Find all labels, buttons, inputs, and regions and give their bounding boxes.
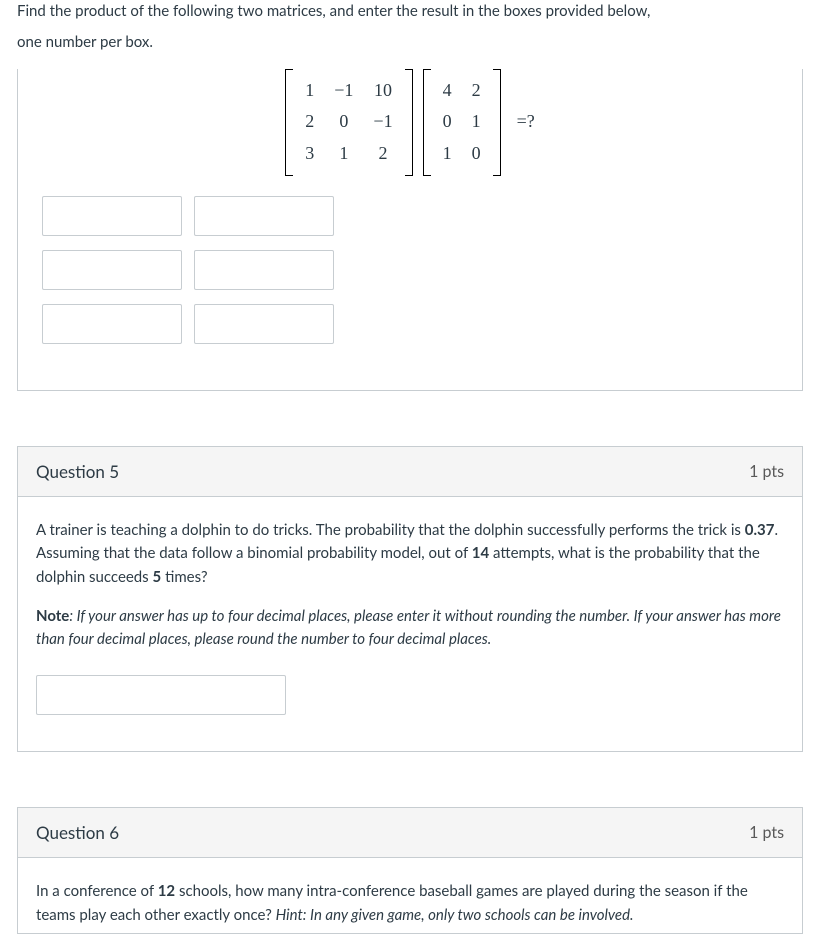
question-5-note: Note: If your answer has up to four deci… xyxy=(36,605,784,652)
question-5-points: 1 pts xyxy=(749,462,784,481)
answer-r3c2[interactable] xyxy=(194,304,334,344)
question-6-header: Question 6 1 pts xyxy=(18,808,802,858)
question-5-text: A trainer is teaching a dolphin to do tr… xyxy=(36,519,784,589)
question-6-points: 1 pts xyxy=(749,823,784,842)
answer-r2c2[interactable] xyxy=(194,250,334,290)
equals-question: =? xyxy=(517,108,535,136)
matrix-equation: 1−110 20−1 312 42 01 10 =? xyxy=(36,69,784,177)
question-6-card: Question 6 1 pts In a conference of 12 s… xyxy=(17,807,803,934)
q4-intro-line1: Find the product of the following two ma… xyxy=(17,0,803,23)
question-4-card: 1−110 20−1 312 42 01 10 =? xyxy=(17,69,803,392)
answer-r1c2[interactable] xyxy=(194,196,334,236)
question-5-card: Question 5 1 pts A trainer is teaching a… xyxy=(17,446,803,752)
question-5-answer-input[interactable] xyxy=(36,675,286,715)
answer-r2c1[interactable] xyxy=(42,250,182,290)
question-5-header: Question 5 1 pts xyxy=(18,447,802,497)
q4-intro-line2: one number per box. xyxy=(17,31,803,54)
answer-grid xyxy=(42,196,784,344)
question-5-title: Question 5 xyxy=(36,461,119,482)
question-6-text: In a conference of 12 schools, how many … xyxy=(36,880,784,927)
answer-r3c1[interactable] xyxy=(42,304,182,344)
question-6-title: Question 6 xyxy=(36,822,119,843)
matrix-a: 1−110 20−1 312 xyxy=(285,69,412,177)
answer-r1c1[interactable] xyxy=(42,196,182,236)
matrix-b: 42 01 10 xyxy=(423,69,501,177)
